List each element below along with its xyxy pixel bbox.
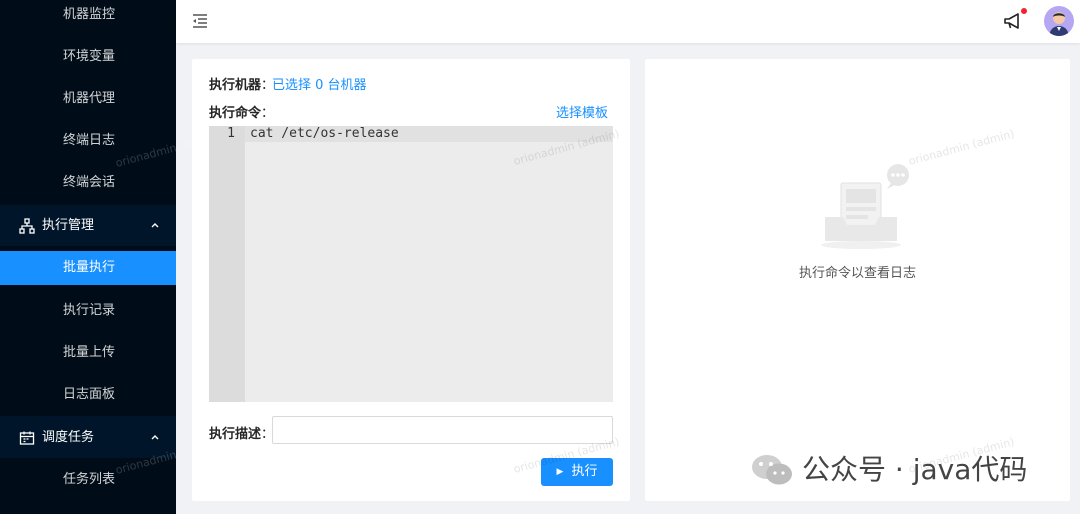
sidebar-item-terminal-session[interactable]: 终端会话 <box>0 166 176 200</box>
select-template-link[interactable]: 选择模板 <box>556 102 608 121</box>
watermark: orionadmin (admin) <box>907 127 1016 168</box>
megaphone-icon[interactable] <box>1002 10 1024 32</box>
command-editor[interactable]: 1 cat /etc/os-release <box>209 126 613 402</box>
empty-log-text: 执行命令以查看日志 <box>798 266 916 281</box>
execute-button[interactable]: ▶ 执行 <box>541 458 613 486</box>
command-label: 执行命令： <box>209 106 275 121</box>
wechat-text: 公众号 · java代码 <box>802 453 1028 486</box>
play-icon: ▶ <box>556 467 564 477</box>
chevron-up-icon <box>151 435 159 440</box>
wechat-icon <box>752 455 792 485</box>
sidebar-group-sched[interactable]: 调度任务 <box>0 418 176 458</box>
sidebar-item-task-list[interactable]: 任务列表 <box>0 463 176 497</box>
desc-input[interactable] <box>272 416 613 444</box>
sidebar-item-batch-upload[interactable]: 批量上传 <box>0 336 176 370</box>
sidebar: 机器监控 环境变量 机器代理 终端日志 终端会话 执行管理 批量执行 执行记录 … <box>0 0 223 514</box>
line-number: 1 <box>227 126 235 141</box>
select-machines-link[interactable]: 已选择 0 台机器 <box>272 74 367 93</box>
sidebar-item-env-vars[interactable]: 环境变量 <box>0 40 176 74</box>
exec-panel: 执行机器： 已选择 0 台机器 执行命令： 选择模板 1 cat /etc/os… <box>192 59 630 501</box>
machine-label: 执行机器： <box>209 78 275 93</box>
sidebar-item-machine-proxy[interactable]: 机器代理 <box>0 82 176 116</box>
log-panel: 执行命令以查看日志 orionadmin (admin) orionadmin … <box>645 59 1070 501</box>
sidebar-group-exec-label: 执行管理 <box>42 218 95 233</box>
sidebar-item-machine-monitor[interactable]: 机器监控 <box>0 0 176 32</box>
sidebar-group-sched-label: 调度任务 <box>42 430 95 445</box>
sitemap-icon <box>19 218 35 234</box>
empty-inbox-icon <box>821 164 909 249</box>
editor-gutter <box>209 126 245 402</box>
menu-fold-icon[interactable] <box>192 13 208 29</box>
desc-label: 执行描述： <box>209 427 275 442</box>
command-code[interactable]: cat /etc/os-release <box>250 126 399 142</box>
sidebar-item-terminal-log[interactable]: 终端日志 <box>0 124 176 158</box>
sidebar-group-exec[interactable]: 执行管理 <box>0 206 176 246</box>
notification-dot <box>1021 8 1027 14</box>
calendar-icon <box>19 431 35 445</box>
user-avatar[interactable] <box>1044 6 1074 36</box>
top-header <box>176 0 1080 43</box>
sidebar-item-log-panel[interactable]: 日志面板 <box>0 378 176 412</box>
chevron-up-icon <box>151 223 159 228</box>
sidebar-item-exec-record[interactable]: 执行记录 <box>0 294 176 328</box>
sidebar-item-batch-exec[interactable]: 批量执行 <box>0 251 176 285</box>
